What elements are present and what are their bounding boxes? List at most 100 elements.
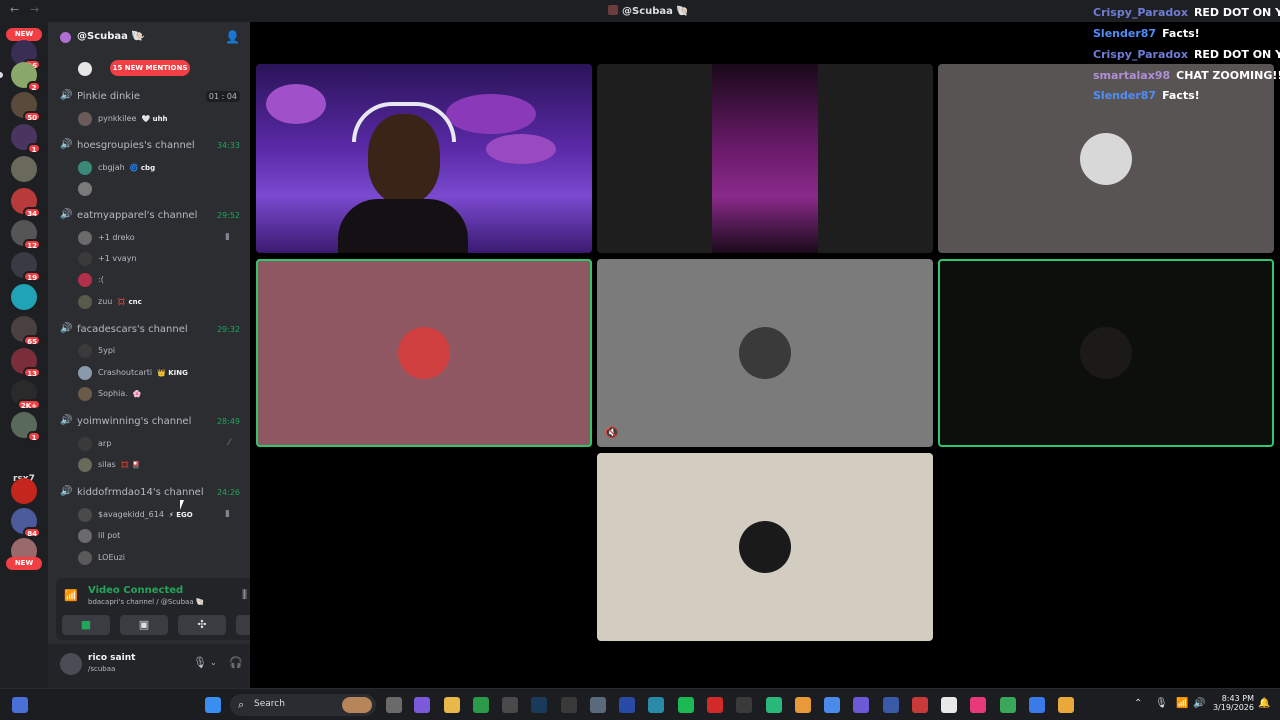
new-mentions-pill[interactable]: 15 NEW MENTIONS — [110, 60, 190, 76]
voice-user[interactable]: silas 💢 🎴 — [78, 457, 238, 473]
server-icon[interactable] — [11, 284, 37, 310]
voice-channel[interactable]: 🔊 hoesgroupies's channel 34:33 — [60, 138, 240, 154]
voice-user[interactable]: Sophia. 🌸 — [78, 386, 238, 402]
new-pill-bottom[interactable]: NEW — [6, 557, 42, 570]
taskbar-search[interactable]: ⌕ Search — [230, 694, 376, 716]
voice-user[interactable]: :( — [78, 272, 238, 288]
server-icon[interactable]: 50 — [11, 92, 41, 122]
server-icon[interactable]: 2 — [11, 62, 41, 92]
voice-user[interactable]: cbgjah 🌀 cbg — [78, 160, 238, 176]
server-icon[interactable]: 19 — [11, 252, 41, 282]
app-icon[interactable] — [766, 697, 782, 713]
voice-user[interactable]: +1 dreko ▮ — [78, 230, 238, 246]
wifi-icon[interactable]: 📶 — [1176, 698, 1188, 709]
avatar[interactable] — [60, 653, 82, 675]
server-icon[interactable]: 13 — [11, 348, 41, 378]
signal-icon[interactable]: 📶 — [64, 589, 78, 602]
video-tile[interactable] — [597, 64, 933, 253]
start-menu-icon[interactable] — [205, 697, 221, 713]
volume-icon[interactable]: 🔊 — [1193, 698, 1205, 709]
app-icon[interactable] — [561, 697, 577, 713]
tiktok-icon[interactable] — [970, 697, 986, 713]
video-tile[interactable] — [256, 259, 592, 447]
forward-arrow-icon[interactable]: → — [30, 3, 39, 16]
user-name: cbgjah — [98, 163, 125, 172]
server-icon[interactable]: 2K+ — [11, 380, 41, 410]
voice-user[interactable]: +1 vvayn — [78, 251, 238, 267]
voice-user[interactable]: arp ⁄ — [78, 436, 238, 452]
camera-button[interactable]: ■ — [62, 615, 110, 635]
voice-channel[interactable]: 🔊 eatmyapparel's channel 29:52 — [60, 208, 240, 224]
discord-icon[interactable] — [795, 697, 811, 713]
server-icon[interactable]: 12 — [11, 220, 41, 250]
channel-name: kiddofrmdao14's channel — [77, 487, 204, 498]
opera-icon[interactable] — [707, 697, 723, 713]
edge-icon[interactable] — [648, 697, 664, 713]
app-icon[interactable] — [912, 697, 928, 713]
voice-user[interactable]: zuu 💢 cnc — [78, 294, 238, 310]
server-icon[interactable]: 1 — [11, 412, 41, 442]
copilot-icon[interactable] — [414, 697, 430, 713]
app-icon[interactable] — [853, 697, 869, 713]
widgets-icon[interactable] — [12, 697, 28, 713]
app-icon[interactable] — [1000, 697, 1016, 713]
server-icon[interactable] — [11, 156, 37, 182]
app-icon[interactable] — [473, 697, 489, 713]
avatar — [1080, 132, 1132, 185]
voice-user[interactable]: LOEuzi — [78, 550, 238, 566]
server-icon[interactable]: 1 — [11, 124, 41, 154]
video-tile[interactable] — [938, 259, 1274, 447]
server-icon[interactable]: 34 — [11, 188, 41, 218]
app-icon[interactable] — [619, 697, 635, 713]
voice-channel[interactable]: 🔊 yoimwinning's channel 28:49 — [60, 414, 240, 430]
avatar — [78, 112, 92, 126]
app-icon[interactable] — [883, 697, 899, 713]
video-tile[interactable] — [256, 64, 592, 253]
server-header[interactable]: @Scubaa 🐚 ⌄ 👤 — [48, 22, 250, 52]
server-icon[interactable]: 84 — [11, 508, 41, 538]
user-name[interactable]: rico saint — [88, 653, 135, 663]
server-icon[interactable] — [11, 478, 37, 504]
notification-icon[interactable]: 🔔 — [1258, 698, 1270, 709]
settings-icon[interactable] — [590, 697, 606, 713]
chevron-down-icon[interactable]: ⌄ — [138, 30, 146, 41]
spotify-icon[interactable] — [678, 697, 694, 713]
voice-channel[interactable]: 🔊 kiddofrmdao14's channel 24:26 — [60, 485, 240, 501]
channel-timer: 29:52 — [216, 211, 240, 220]
voice-user[interactable]: 5ypi — [78, 343, 238, 359]
server-icon[interactable]: 65 — [11, 316, 41, 346]
video-tile[interactable]: 🔇 — [597, 259, 933, 447]
steam-icon[interactable] — [531, 697, 547, 713]
voice-user[interactable]: lil pot — [78, 528, 238, 544]
system-clock[interactable]: 8:43 PM 3/19/2026 — [1210, 694, 1254, 712]
unread-badge: 12 — [23, 239, 41, 250]
video-tile[interactable] — [597, 453, 933, 641]
back-arrow-icon[interactable]: ← — [10, 3, 19, 16]
file-explorer-icon[interactable] — [444, 697, 460, 713]
chevron-down-icon[interactable]: ⌄ — [210, 658, 217, 667]
microphone-icon[interactable]: 🎙 — [193, 656, 207, 669]
voice-user[interactable] — [78, 181, 238, 197]
headphones-icon[interactable]: 🎧 — [229, 656, 243, 669]
voice-channel[interactable]: 🔊 facadescars's channel 29:32 — [60, 322, 240, 338]
screen-share-button[interactable]: ▣ — [120, 615, 168, 635]
app-icon[interactable] — [1029, 697, 1045, 713]
voice-user[interactable]: Crashoutcarti 👑 KING — [78, 365, 238, 381]
voice-user[interactable]: $avagekidd_614 ⚡ EGO ▮ — [78, 507, 238, 523]
noise-suppression-icon[interactable]: ⫼ — [242, 588, 247, 602]
chrome-icon[interactable] — [824, 697, 840, 713]
app-icon[interactable] — [941, 697, 957, 713]
app-icon[interactable] — [736, 697, 752, 713]
connection-channel[interactable]: bdacapri's channel / @Scubaa 🐚 — [88, 598, 205, 606]
activity-button[interactable]: ✣ — [178, 615, 226, 635]
voice-channel[interactable]: 🔊 Pinkie dinkie 01 : 04 — [60, 89, 240, 105]
microphone-icon[interactable]: 🎙 — [1155, 698, 1168, 709]
connection-status[interactable]: Video Connected — [88, 585, 183, 596]
voice-user[interactable]: pynkkilee 🤍 uhh — [78, 111, 238, 127]
app-icon[interactable] — [502, 697, 518, 713]
tray-chevron-icon[interactable]: ⌃ — [1134, 698, 1142, 709]
task-view-icon[interactable] — [386, 697, 402, 713]
app-icon[interactable] — [1058, 697, 1074, 713]
soundboard-button[interactable]: ✦ — [236, 615, 250, 635]
invite-people-icon[interactable]: 👤 — [225, 30, 240, 44]
